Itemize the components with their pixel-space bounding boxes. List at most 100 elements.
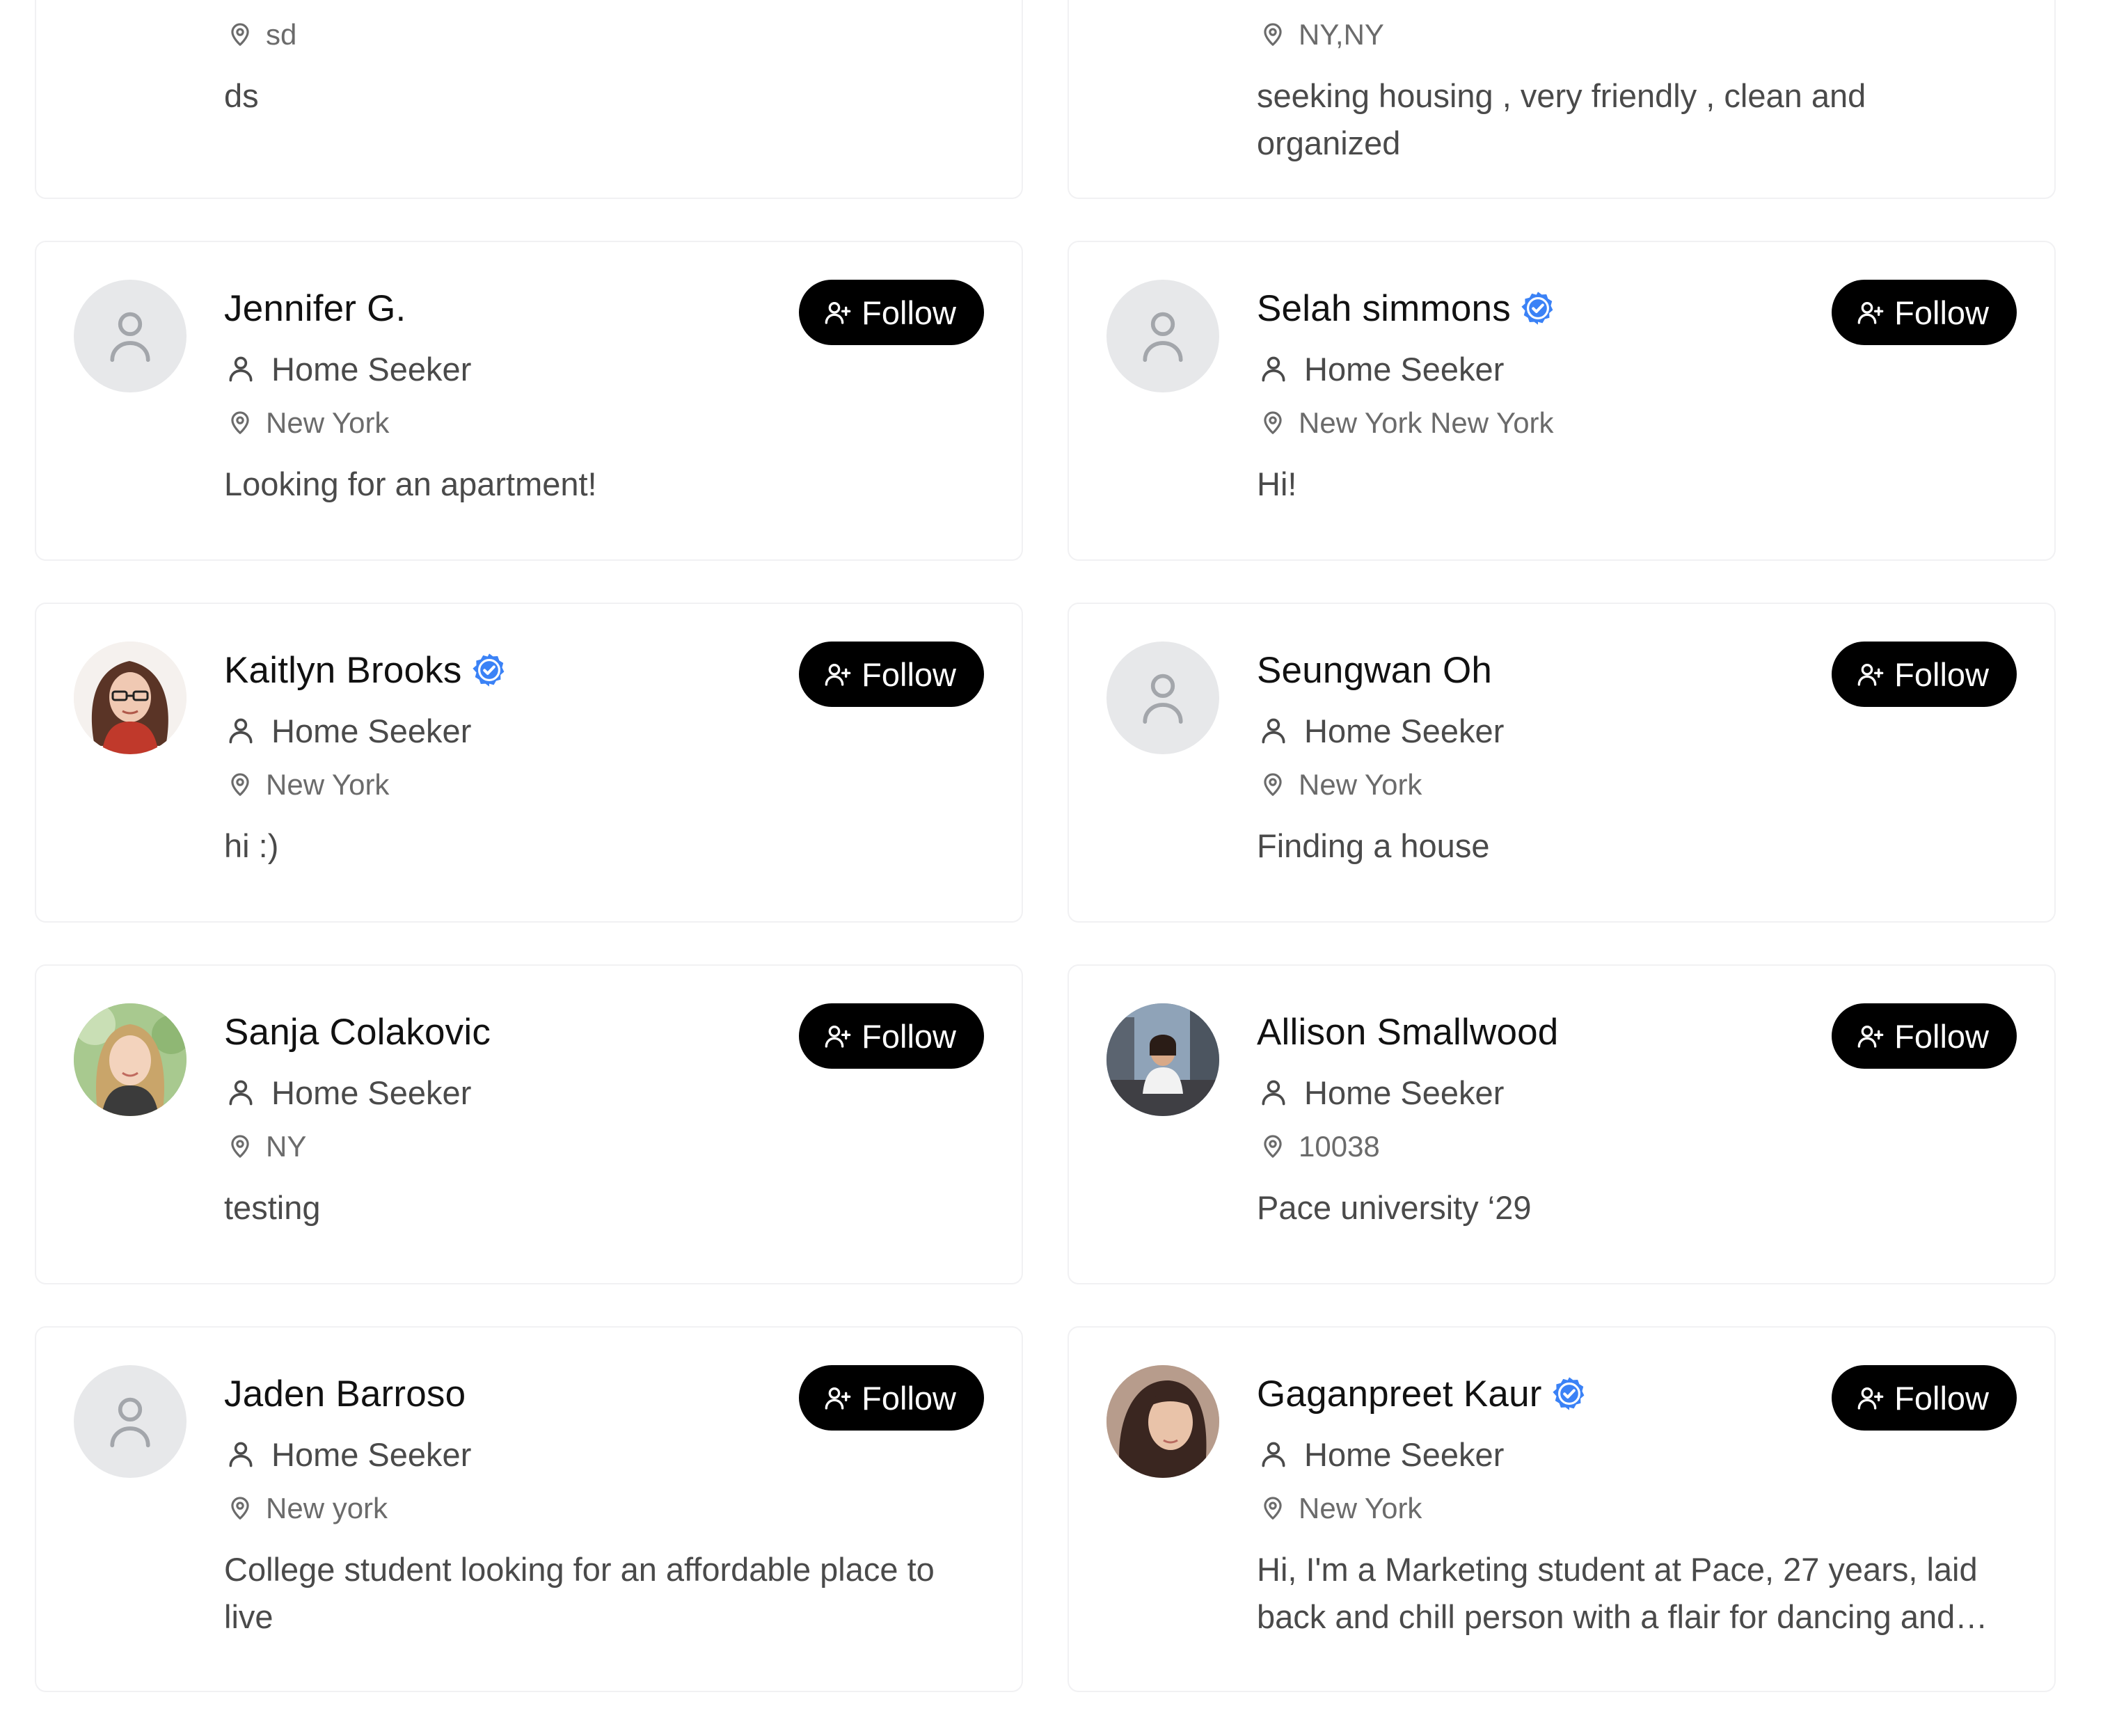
avatar-placeholder[interactable] [74,280,187,392]
avatar-photo[interactable] [74,642,187,754]
bio-text: testing [224,1189,321,1226]
location-row: New york [224,1490,980,1527]
location-text: sd [266,18,297,51]
verified-badge-icon [1521,292,1553,325]
follow-label: Follow [1894,655,1989,693]
role-text: Home Seeker [271,350,472,388]
location-text: New York [1299,768,1422,801]
role-row: Home Seeker [224,348,980,390]
location-row: New York [224,405,980,441]
user-plus-icon [825,664,851,686]
avatar-placeholder[interactable] [74,1365,187,1478]
follow-button[interactable]: Follow [799,1003,984,1069]
profile-photo-icon [74,642,187,754]
location-text: NY [266,1130,307,1163]
profile-name[interactable]: Allison Smallwood [1257,1011,1558,1053]
location-row: New York New York [1257,405,2013,441]
profile-name[interactable]: Seungwan Oh [1257,649,1492,692]
role-text: Home Seeker [271,712,472,749]
profile-card[interactable]: Gaganpreet Kaur Home Seeker New York Hi,… [1068,1326,2056,1692]
follow-label: Follow [1894,1017,1989,1055]
role-text: Home Seeker [1304,712,1505,749]
location-row: New York [1257,767,2013,803]
profile-card[interactable]: Seungwan Oh Home Seeker New York Finding… [1068,603,2056,923]
follow-label: Follow [862,655,956,693]
follow-button[interactable]: Follow [799,642,984,707]
bio-text: College student looking for an affordabl… [224,1551,935,1635]
bio-text: ds [224,77,259,114]
user-icon [1143,312,1183,363]
avatar-photo[interactable] [1106,1003,1219,1116]
map-pin-icon [1264,1135,1282,1158]
profile-name[interactable]: Jennifer G. [224,287,406,330]
location-row: New York [224,767,980,803]
location-text: New York [266,406,390,439]
map-pin-icon [231,411,249,434]
user-plus-icon [1857,1026,1884,1048]
profile-card[interactable]: Selah simmons Home Seeker New York New Y… [1068,241,2056,561]
user-icon [1262,1442,1285,1467]
follow-button[interactable]: Follow [1832,1003,2017,1069]
profile-name[interactable]: Gaganpreet Kaur [1257,1373,1542,1415]
avatar-placeholder[interactable] [1106,280,1219,392]
follow-button[interactable]: Follow [1832,642,2017,707]
profile-card[interactable]: Sanja Colakovic Home Seeker NY testing F… [35,964,1023,1284]
follow-button[interactable]: Follow [1832,280,2017,345]
role-row: Home Seeker [224,1433,980,1475]
user-plus-icon [1857,302,1884,324]
user-icon [1262,718,1285,744]
follow-label: Follow [862,1379,956,1417]
user-icon [229,1080,253,1106]
role-row: Home Seeker [1257,1072,2013,1113]
follow-button[interactable]: Follow [1832,1365,2017,1431]
role-row: Home Seeker [224,710,980,751]
profile-photo-icon [74,1003,187,1116]
follow-label: Follow [1894,1379,1989,1417]
avatar-placeholder[interactable] [1106,642,1219,754]
role-row: Home Seeker [1257,710,2013,751]
profile-name[interactable]: Sanja Colakovic [224,1011,491,1053]
role-text: Home Seeker [1304,1074,1505,1111]
user-icon [110,1397,150,1448]
role-row: Home Seeker [1257,1433,2013,1475]
map-pin-icon [231,1135,249,1158]
location-text: New York New York [1299,406,1554,439]
avatar-photo[interactable] [74,1003,187,1116]
profile-card[interactable]: Allison Smallwood Home Seeker 10038 Pace… [1068,964,2056,1284]
location-row: New York [1257,1490,2013,1527]
map-pin-icon [1264,1497,1282,1520]
user-icon [229,356,253,382]
follow-button[interactable]: Follow [799,1365,984,1431]
profile-name[interactable]: Selah simmons [1257,287,1511,330]
role-text: Home Seeker [1304,1435,1505,1473]
location-text: New York [266,768,390,801]
profile-name[interactable]: Jaden Barroso [224,1373,466,1415]
profile-card[interactable]: NY,NY seeking housing , very friendly , … [1068,0,2056,199]
location-text: 10038 [1299,1130,1380,1163]
location-row: sd [224,17,980,53]
user-plus-icon [825,302,851,324]
bio-text: Hi, I'm a Marketing student at Pace, 27 … [1257,1551,1978,1635]
bio-text: Looking for an apartment! [224,465,597,502]
bio-text: Pace university ‘29 [1257,1189,1532,1226]
profile-card[interactable]: Jennifer G. Home Seeker New York Looking… [35,241,1023,561]
profile-card[interactable]: Jaden Barroso Home Seeker New york Colle… [35,1326,1023,1692]
location-text: New York [1299,1492,1422,1524]
user-plus-icon [825,1387,851,1410]
profile-card[interactable]: sd ds [35,0,1023,199]
follow-button[interactable]: Follow [799,280,984,345]
location-row: NY [224,1129,980,1165]
follow-label: Follow [1894,294,1989,331]
avatar-photo[interactable] [1106,1365,1219,1478]
profile-name[interactable]: Kaitlyn Brooks [224,649,462,692]
location-text: New york [266,1492,388,1524]
profile-card[interactable]: Kaitlyn Brooks Home Seeker New York hi :… [35,603,1023,923]
user-plus-icon [1857,1387,1884,1410]
verified-badge-icon [1552,1377,1584,1410]
user-plus-icon [1857,664,1884,686]
map-pin-icon [1264,411,1282,434]
location-text: NY,NY [1299,18,1384,51]
user-icon [1143,674,1183,724]
bio-text: seeking housing , very friendly , clean … [1257,77,1866,161]
user-icon [229,718,253,744]
